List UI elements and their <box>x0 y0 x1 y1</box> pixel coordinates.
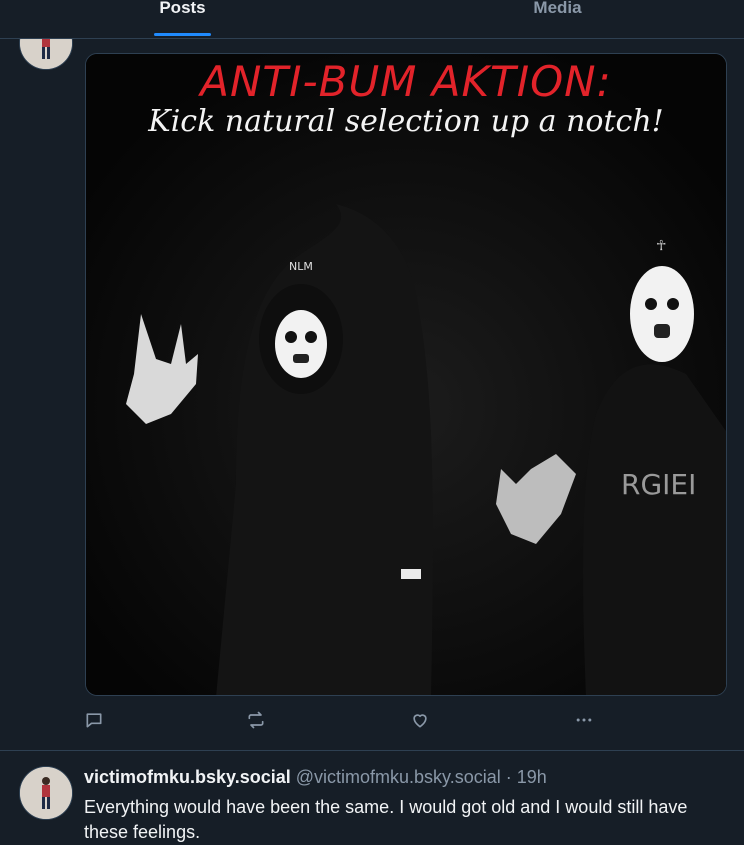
post-image[interactable]: ☥ RGIEI NLM ANTI-BUM AKTION: Kick natura… <box>85 53 727 696</box>
post-divider <box>0 750 744 751</box>
shirt-text: RGIEI <box>621 468 696 501</box>
mask-text: NLM <box>289 260 313 273</box>
separator-dot: · <box>505 767 512 787</box>
reply-icon <box>86 713 102 728</box>
author-handle[interactable]: @victimofmku.bsky.social <box>296 767 501 787</box>
avatar[interactable] <box>19 766 73 820</box>
post-text: Everything would have been the same. I w… <box>84 797 688 842</box>
tab-media-label: Media <box>533 0 582 17</box>
image-subtitle-text: Kick natural selection up a notch! <box>148 104 664 139</box>
repost-button[interactable] <box>242 706 270 734</box>
author-display-name[interactable]: victimofmku.bsky.social <box>84 767 291 787</box>
tab-posts-label: Posts <box>159 0 206 17</box>
image-title-text: ANTI-BUM AKTION: <box>200 57 612 106</box>
active-tab-indicator <box>154 33 211 36</box>
svg-text:☥: ☥ <box>656 238 666 254</box>
like-icon <box>413 714 427 728</box>
post-actions <box>0 706 744 734</box>
tab-media[interactable]: Media <box>529 0 586 38</box>
more-button[interactable] <box>570 706 598 734</box>
like-button[interactable] <box>406 706 434 734</box>
profile-tabs: Posts Media <box>0 0 744 39</box>
post-header: victimofmku.bsky.social @victimofmku.bsk… <box>84 767 547 788</box>
tab-posts[interactable]: Posts <box>154 0 211 38</box>
post-timestamp[interactable]: 19h <box>517 767 547 787</box>
avatar-image <box>20 767 72 819</box>
more-icon <box>576 718 592 722</box>
post-image-art: ☥ RGIEI NLM <box>86 54 726 695</box>
repost-icon <box>248 711 264 729</box>
reply-button[interactable] <box>80 706 108 734</box>
